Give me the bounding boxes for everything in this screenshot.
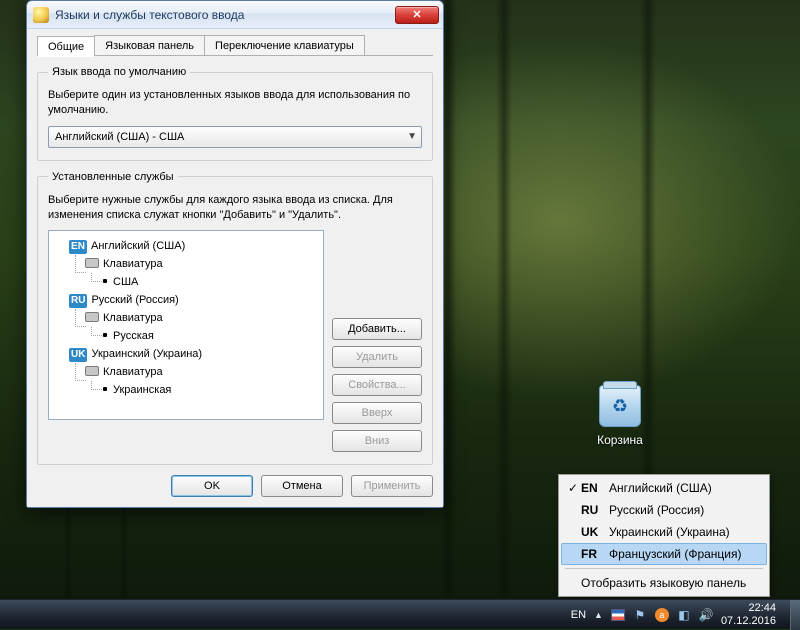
network-icon[interactable]: ◧: [677, 608, 691, 622]
default-language-legend: Язык ввода по умолчанию: [48, 66, 190, 78]
titlebar[interactable]: Языки и службы текстового ввода ✕: [27, 1, 443, 29]
lang-menu-item[interactable]: UKУкраинский (Украина): [561, 521, 767, 543]
taskbar[interactable]: EN ▲ ⚑ a ◧ 🔊 22:44 07.12.2016: [0, 599, 800, 629]
tree-lang-node[interactable]: RUРусский (Россия)КлавиатураРусская: [69, 291, 319, 345]
show-desktop-button[interactable]: [790, 600, 800, 630]
lang-code: FR: [581, 547, 609, 561]
tray-overflow-icon[interactable]: ▲: [594, 610, 603, 620]
clock-time: 22:44: [721, 602, 776, 614]
recycle-bin-icon: [599, 385, 641, 427]
keyboard-icon: [85, 366, 99, 376]
tree-keyboard-node[interactable]: КлавиатураРусская: [85, 309, 319, 345]
keyboard-icon: [85, 312, 99, 322]
lang-code: UK: [581, 525, 609, 539]
combo-value: Английский (США) - США: [55, 131, 184, 143]
default-language-combo[interactable]: Английский (США) - США ▼: [48, 126, 422, 148]
chevron-down-icon: ▼: [407, 131, 417, 142]
menu-separator: [565, 568, 763, 569]
close-icon: ✕: [412, 8, 421, 21]
bullet-icon: [103, 387, 107, 391]
keyboard-icon: [85, 258, 99, 268]
lang-name: Русский (Россия): [609, 503, 704, 517]
recycle-bin-label: Корзина: [597, 433, 643, 447]
language-popup: ✓ENАнглийский (США)RUРусский (Россия)UKУ…: [558, 474, 770, 597]
lang-badge: EN: [69, 240, 87, 254]
tab-language-bar[interactable]: Языковая панель: [94, 35, 205, 55]
tray-app-icon[interactable]: a: [655, 608, 669, 622]
lang-badge: UK: [69, 348, 87, 362]
lang-name: Французский (Франция): [609, 547, 742, 561]
lang-badge: RU: [69, 294, 87, 308]
cancel-button[interactable]: Отмена: [261, 475, 343, 497]
clock-date: 07.12.2016: [721, 615, 776, 627]
ok-button[interactable]: OK: [171, 475, 253, 497]
clock[interactable]: 22:44 07.12.2016: [721, 602, 782, 626]
bullet-icon: [103, 333, 107, 337]
system-tray: EN ▲ ⚑ a ◧ 🔊 22:44 07.12.2016: [565, 602, 790, 626]
dialog-icon: [33, 7, 49, 23]
check-icon: ✓: [565, 481, 581, 495]
remove-button[interactable]: Удалить: [332, 346, 422, 368]
text-services-dialog: Языки и службы текстового ввода ✕ Общие …: [26, 0, 444, 508]
installed-services-group: Установленные службы Выберите нужные слу…: [37, 171, 433, 466]
default-language-group: Язык ввода по умолчанию Выберите один из…: [37, 66, 433, 161]
lang-name: Английский (США): [609, 481, 712, 495]
services-tree[interactable]: ENАнглийский (США)КлавиатураСШАRUРусский…: [48, 230, 324, 420]
lang-menu-item[interactable]: RUРусский (Россия): [561, 499, 767, 521]
action-center-icon[interactable]: ⚑: [633, 608, 647, 622]
bullet-icon: [103, 279, 107, 283]
tree-keyboard-node[interactable]: КлавиатураУкраинская: [85, 363, 319, 399]
tab-key-switching[interactable]: Переключение клавиатуры: [204, 35, 365, 55]
tab-general[interactable]: Общие: [37, 36, 95, 56]
add-button[interactable]: Добавить...: [332, 318, 422, 340]
apply-button[interactable]: Применить: [351, 475, 433, 497]
flag-icon[interactable]: [611, 609, 625, 621]
show-language-bar-item[interactable]: Отобразить языковую панель: [561, 572, 767, 594]
move-down-button[interactable]: Вниз: [332, 430, 422, 452]
installed-services-legend: Установленные службы: [48, 171, 178, 183]
lang-name: Украинский (Украина): [609, 525, 730, 539]
tree-layout-node[interactable]: Русская: [101, 327, 319, 345]
tree-layout-node[interactable]: Украинская: [101, 381, 319, 399]
lang-menu-item[interactable]: FRФранцузский (Франция): [561, 543, 767, 565]
move-up-button[interactable]: Вверх: [332, 402, 422, 424]
recycle-bin[interactable]: Корзина: [585, 385, 655, 449]
close-button[interactable]: ✕: [395, 6, 439, 24]
dialog-title: Языки и службы текстового ввода: [55, 8, 244, 22]
tree-keyboard-node[interactable]: КлавиатураСША: [85, 255, 319, 291]
lang-menu-item[interactable]: ✓ENАнглийский (США): [561, 477, 767, 499]
volume-icon[interactable]: 🔊: [699, 608, 713, 622]
default-language-desc: Выберите один из установленных языков вв…: [48, 88, 422, 118]
tree-lang-node[interactable]: UKУкраинский (Украина)КлавиатураУкраинск…: [69, 345, 319, 399]
language-indicator[interactable]: EN: [571, 609, 586, 621]
installed-services-desc: Выберите нужные службы для каждого языка…: [48, 193, 422, 223]
lang-code: RU: [581, 503, 609, 517]
tree-lang-node[interactable]: ENАнглийский (США)КлавиатураСША: [69, 237, 319, 291]
properties-button[interactable]: Свойства...: [332, 374, 422, 396]
lang-code: EN: [581, 481, 609, 495]
tabstrip: Общие Языковая панель Переключение клави…: [37, 35, 433, 56]
tree-layout-node[interactable]: США: [101, 273, 319, 291]
